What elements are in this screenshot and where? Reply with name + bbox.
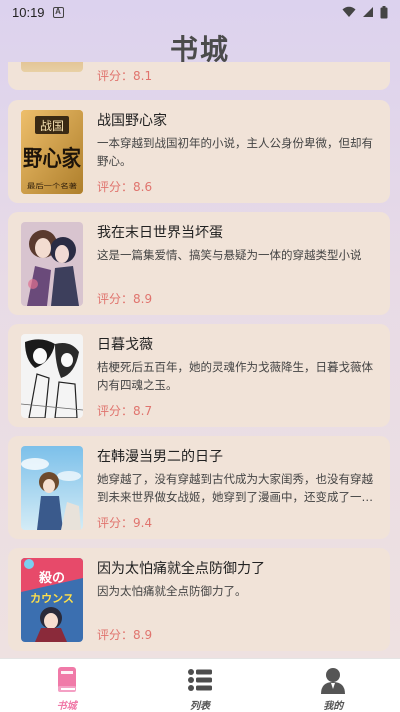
book-title[interactable]: 在韩漫当男二的日子 [97,446,223,466]
book-list[interactable]: 评分：8.1 战国 野心家 最后一个名著 战国野心家 一本穿越到战国初年的小说，… [0,62,400,658]
svg-text:カウンス: カウンス [30,592,74,605]
book-title[interactable]: 日暮戈薇 [97,334,153,354]
status-indicators [342,5,388,19]
book-cover [21,62,83,72]
book-description: 她穿越了，没有穿越到古代成为大家闺秀，也没有穿越到未来世界做女战姬，她穿到了漫画… [97,472,373,504]
book-rating: 评分：9.4 [97,516,153,530]
tab-label: 列表 [189,701,210,712]
book-cover [21,334,83,418]
book-icon [57,667,76,692]
svg-text:殺の: 殺の [38,570,65,586]
book-card[interactable]: 日暮戈薇 桔梗死后五百年，她的灵魂作为戈薇降生，日暮戈薇体内有四魂之玉。 评分：… [8,324,390,427]
tab-label: 我的 [323,701,344,712]
user-icon [321,668,346,694]
tab-list[interactable]: 列表 [133,659,266,712]
book-cover [21,446,83,530]
book-rating: 评分：8.6 [97,180,153,194]
book-title[interactable]: 战国野心家 [97,110,167,130]
wifi-icon [342,6,356,17]
book-cover [21,222,83,306]
book-description: 一本穿越到战国初年的小说，主人公身份卑微，但却有野心。 [97,136,373,168]
book-rating: 评分：8.7 [97,404,153,418]
book-cover: 战国 野心家 最后一个名著 [21,110,83,194]
book-title[interactable]: 因为太怕痛就全点防御力了 [97,558,265,578]
tab-label: 书城 [56,701,77,712]
book-card[interactable]: 我在末日世界当坏蛋 这是一篇集爱情、搞笑与悬疑为一体的穿越类型小说 评分：8.9 [8,212,390,315]
book-rating: 评分：8.1 [97,69,153,83]
bottom-tab-bar: 书城 列表 我的 [0,658,400,712]
book-description: 这是一篇集爱情、搞笑与悬疑为一体的穿越类型小说 [97,248,362,262]
battery-icon [380,5,388,18]
status-bar: 10:19 A [0,0,400,24]
book-rating: 评分：8.9 [97,292,153,306]
book-card[interactable]: 评分：8.1 [8,62,390,90]
svg-text:野心家: 野心家 [23,146,82,172]
tab-profile[interactable]: 我的 [267,659,400,712]
svg-text:最后一个名著: 最后一个名著 [27,181,78,190]
book-rating: 评分：8.9 [97,628,153,642]
book-card[interactable]: 战国 野心家 最后一个名著 战国野心家 一本穿越到战国初年的小说，主人公身份卑微… [8,100,390,203]
book-title[interactable]: 我在末日世界当坏蛋 [97,222,223,242]
tab-bookstore[interactable]: 书城 [0,659,133,712]
svg-text:战国: 战国 [40,119,64,133]
book-cover: 殺の カウンス [21,558,83,642]
signal-icon [363,7,373,17]
notification-icon: A [52,6,64,18]
list-icon [187,669,212,691]
status-time: 10:19 [12,4,45,20]
book-description: 桔梗死后五百年，她的灵魂作为戈薇降生，日暮戈薇体内有四魂之玉。 [97,360,373,392]
book-description: 因为太怕痛就全点防御力了。 [97,584,247,598]
book-card[interactable]: 在韩漫当男二的日子 她穿越了，没有穿越到古代成为大家闺秀，也没有穿越到未来世界做… [8,436,390,539]
book-card[interactable]: 殺の カウンス 因为太怕痛就全点防御力了 因为太怕痛就全点防御力了。 评分：8.… [8,548,390,651]
